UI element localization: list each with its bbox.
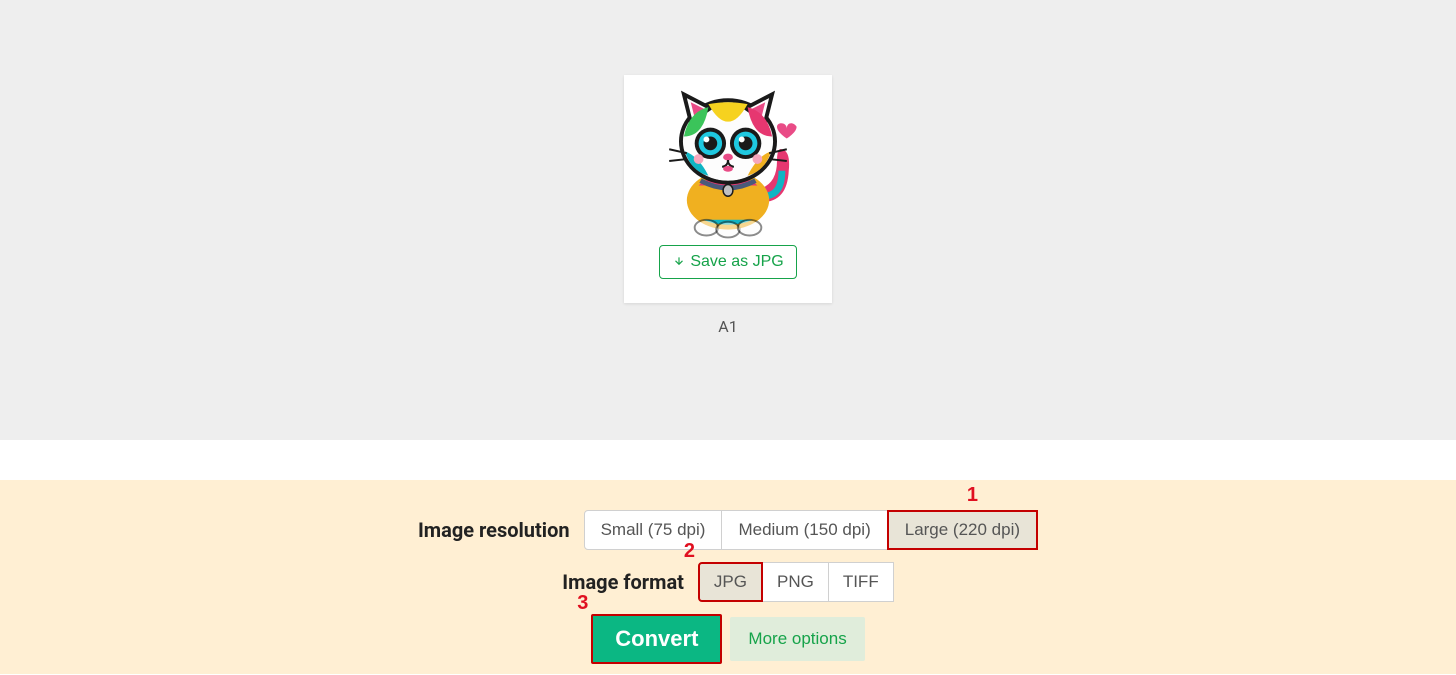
resolution-large-button[interactable]: Large (220 dpi) [887, 510, 1038, 550]
resolution-label: Image resolution [418, 518, 570, 542]
format-jpg-button[interactable]: JPG [698, 562, 763, 602]
format-tiff-button[interactable]: TIFF [828, 562, 894, 602]
save-button-label: Save as JPG [690, 253, 783, 271]
image-preview-card: Save as JPG [624, 75, 832, 303]
format-group: JPG PNG TIFF 2 [698, 562, 894, 602]
preview-area: Save as JPG A1 [0, 0, 1456, 440]
format-row: Image format JPG PNG TIFF 2 [0, 562, 1456, 602]
save-as-jpg-button[interactable]: Save as JPG [659, 245, 796, 279]
cat-image [630, 81, 826, 241]
resolution-small-button[interactable]: Small (75 dpi) [584, 510, 723, 550]
resolution-medium-button[interactable]: Medium (150 dpi) [721, 510, 887, 550]
format-png-button[interactable]: PNG [762, 562, 829, 602]
options-area: Image resolution Small (75 dpi) Medium (… [0, 480, 1456, 674]
image-label: A1 [718, 317, 737, 336]
more-options-button[interactable]: More options [730, 617, 864, 661]
convert-button[interactable]: Convert [591, 614, 722, 664]
download-icon [672, 255, 686, 269]
resolution-row: Image resolution Small (75 dpi) Medium (… [0, 510, 1456, 550]
spacer [0, 440, 1456, 480]
annotation-1: 1 [967, 484, 978, 507]
action-row: Convert 3 More options [0, 614, 1456, 664]
format-label: Image format [562, 570, 684, 594]
resolution-group: Small (75 dpi) Medium (150 dpi) Large (2… [584, 510, 1038, 550]
